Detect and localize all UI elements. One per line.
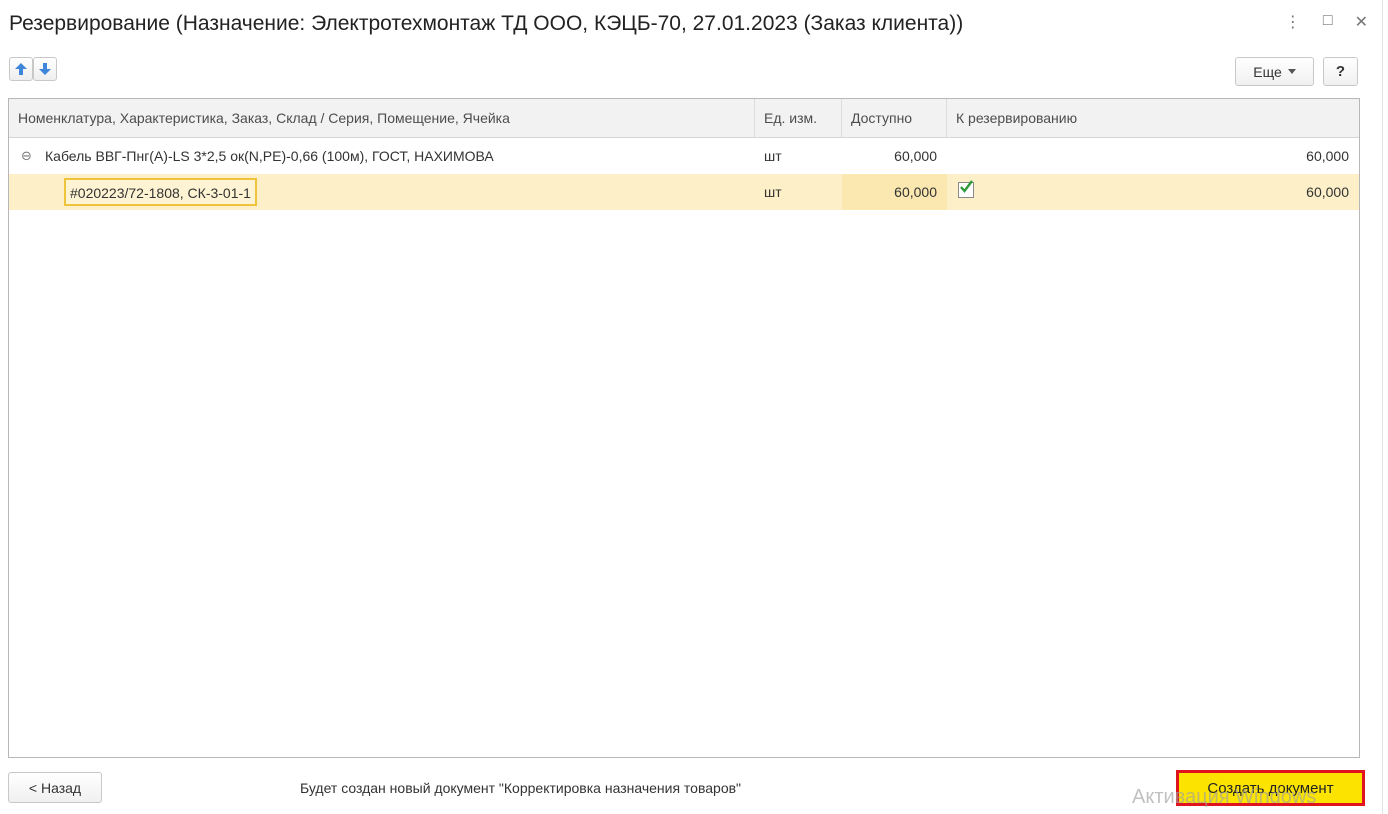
more-button-label: Еще [1253,63,1282,80]
close-icon[interactable]: ✕ [1355,12,1368,32]
column-header-unit[interactable]: Ед. изм. [755,99,842,137]
maximize-icon[interactable]: □ [1323,12,1333,32]
cell-unit: шт [764,148,782,164]
column-header-available[interactable]: Доступно [842,99,947,137]
cell-nomenclature: Кабель ВВГ-Пнг(А)-LS 3*2,5 ок(N,PE)-0,66… [45,148,494,164]
help-button[interactable]: ? [1323,57,1358,86]
table-row[interactable]: ⊖ Кабель ВВГ-Пнг(А)-LS 3*2,5 ок(N,PE)-0,… [9,138,1359,174]
table-header: Номенклатура, Характеристика, Заказ, Скл… [9,99,1359,138]
move-down-button[interactable] [33,57,57,81]
column-header-reserve[interactable]: К резервированию [947,99,1359,137]
footer-info: Будет создан новый документ "Корректиров… [300,780,742,796]
move-up-button[interactable] [9,57,33,81]
more-menu-icon[interactable]: ⋮ [1285,12,1301,32]
column-header-nomenclature[interactable]: Номенклатура, Характеристика, Заказ, Скл… [9,99,755,137]
arrow-down-icon [39,63,51,75]
cell-reserve: 60,000 [1306,184,1349,200]
cell-available: 60,000 [842,174,947,210]
create-document-button[interactable]: Создать документ [1176,770,1365,806]
right-divider [1382,0,1383,814]
window-title: Резервирование (Назначение: Электротехмо… [9,12,964,35]
checkmark-icon [960,180,973,193]
collapse-icon[interactable]: ⊖ [21,138,32,174]
back-button[interactable]: < Назад [8,772,102,803]
cell-series-location[interactable]: #020223/72-1808, СК-3-01-1 [64,178,257,206]
table-row-selected[interactable]: #020223/72-1808, СК-3-01-1 шт 60,000 60,… [9,174,1359,210]
more-button[interactable]: Еще [1235,57,1314,86]
arrow-up-icon [15,63,27,75]
reserve-checkbox[interactable] [958,180,974,198]
cell-available: 60,000 [894,148,937,164]
chevron-down-icon [1287,69,1296,74]
reservation-table: Номенклатура, Характеристика, Заказ, Скл… [8,98,1360,758]
window-controls: ⋮ □ ✕ [1285,12,1368,32]
cell-reserve: 60,000 [1306,148,1349,164]
cell-unit: шт [764,184,782,200]
